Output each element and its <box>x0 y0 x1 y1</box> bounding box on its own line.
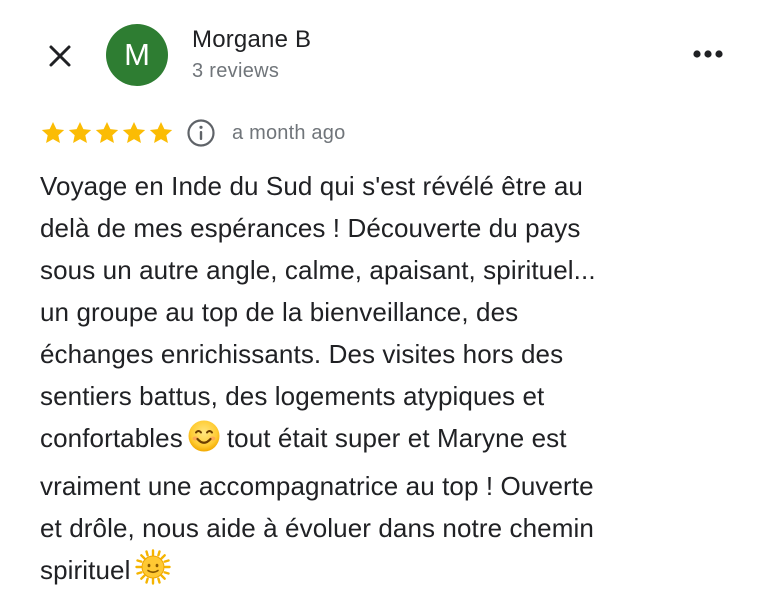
more-horizontal-icon <box>693 50 723 58</box>
reviewer-name[interactable]: Morgane B <box>192 26 311 54</box>
review-detail-card: M Morgane B 3 reviews a month ago Voyage… <box>0 0 768 594</box>
review-line: un groupe au top de la bienveillance, de… <box>40 297 519 327</box>
review-line: vraiment une accompagnatrice au top ! Ou… <box>40 471 594 501</box>
info-button[interactable] <box>186 118 216 148</box>
avatar[interactable]: M <box>106 24 168 86</box>
more-options-button[interactable] <box>688 38 728 70</box>
rating-row: a month ago <box>40 116 345 150</box>
review-text: Voyage en Inde du Sud qui s'est révélé ê… <box>40 165 730 594</box>
info-icon <box>187 119 215 147</box>
star-icon <box>95 121 119 143</box>
review-line-part: spirituel <box>40 555 131 585</box>
close-icon <box>49 45 71 67</box>
sun-with-face-emoji <box>134 549 171 594</box>
review-line: et drôle, nous aide à évoluer dans notre… <box>40 513 594 543</box>
review-line: delà de mes espérances ! Découverte du p… <box>40 213 581 243</box>
review-line-part: confortables <box>40 423 183 453</box>
review-line-part: tout était super et Maryne est <box>226 423 567 453</box>
close-button[interactable] <box>42 38 78 74</box>
star-rating <box>40 120 174 146</box>
review-line: sentiers battus, des logements atypiques… <box>40 381 545 411</box>
avatar-letter: M <box>124 37 150 72</box>
review-line: Voyage en Inde du Sud qui s'est révélé ê… <box>40 171 583 201</box>
star-icon <box>122 121 146 143</box>
star-icon <box>41 121 65 143</box>
smiling-face-emoji <box>187 419 221 465</box>
review-date: a month ago <box>232 121 346 144</box>
review-line-with-emoji: spirituel <box>40 549 730 594</box>
star-icon <box>149 121 173 143</box>
review-line: sous un autre angle, calme, apaisant, sp… <box>40 255 596 285</box>
star-icon <box>68 121 92 143</box>
review-line: échanges enrichissants. Des visites hors… <box>40 339 564 369</box>
review-line-with-emoji: confortables tout était super et Maryne … <box>40 417 730 465</box>
reviewer-review-count[interactable]: 3 reviews <box>192 60 279 83</box>
